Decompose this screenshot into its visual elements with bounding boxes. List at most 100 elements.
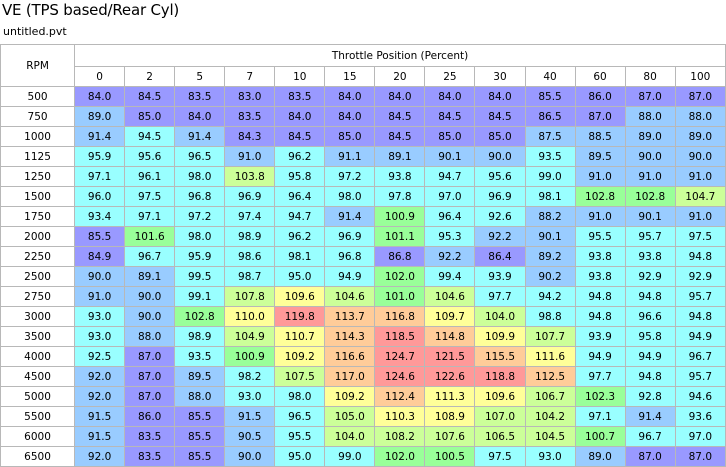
ve-cell[interactable]: 83.5	[124, 426, 176, 447]
ve-cell[interactable]: 95.5	[274, 426, 326, 447]
ve-cell[interactable]: 95.0	[274, 446, 326, 467]
ve-cell[interactable]: 109.6	[474, 386, 526, 407]
ve-cell[interactable]: 94.6	[674, 386, 726, 407]
ve-cell[interactable]: 90.5	[224, 426, 276, 447]
ve-cell[interactable]: 105.0	[324, 406, 376, 427]
ve-cell[interactable]: 97.8	[374, 186, 426, 207]
ve-cell[interactable]: 84.5	[424, 106, 476, 127]
ve-cell[interactable]: 83.5	[174, 86, 226, 107]
ve-cell[interactable]: 104.0	[474, 306, 526, 327]
ve-cell[interactable]: 101.6	[124, 226, 176, 247]
ve-cell[interactable]: 96.0	[74, 186, 126, 207]
ve-cell[interactable]: 91.4	[174, 126, 226, 147]
ve-cell[interactable]: 95.7	[674, 366, 726, 387]
ve-cell[interactable]: 95.6	[474, 166, 526, 187]
ve-cell[interactable]: 98.8	[524, 306, 576, 327]
ve-cell[interactable]: 96.9	[474, 186, 526, 207]
ve-cell[interactable]: 89.2	[524, 246, 576, 267]
ve-cell[interactable]: 84.9	[74, 246, 126, 267]
ve-cell[interactable]: 90.2	[524, 266, 576, 287]
ve-cell[interactable]: 102.0	[374, 266, 426, 287]
ve-cell[interactable]: 91.1	[324, 146, 376, 167]
ve-cell[interactable]: 91.0	[624, 166, 676, 187]
ve-cell[interactable]: 104.7	[674, 186, 726, 207]
ve-cell[interactable]: 89.5	[574, 146, 626, 167]
ve-cell[interactable]: 85.5	[74, 226, 126, 247]
ve-cell[interactable]: 91.0	[574, 206, 626, 227]
ve-cell[interactable]: 110.3	[374, 406, 426, 427]
ve-cell[interactable]: 94.9	[674, 326, 726, 347]
ve-cell[interactable]: 94.7	[424, 166, 476, 187]
ve-cell[interactable]: 93.0	[74, 326, 126, 347]
ve-cell[interactable]: 91.4	[624, 406, 676, 427]
ve-cell[interactable]: 85.5	[174, 426, 226, 447]
ve-cell[interactable]: 99.0	[524, 166, 576, 187]
ve-cell[interactable]: 93.8	[374, 166, 426, 187]
ve-cell[interactable]: 90.1	[624, 206, 676, 227]
ve-cell[interactable]: 114.3	[324, 326, 376, 347]
ve-cell[interactable]: 109.2	[324, 386, 376, 407]
ve-cell[interactable]: 85.0	[474, 126, 526, 147]
ve-cell[interactable]: 93.0	[74, 306, 126, 327]
ve-cell[interactable]: 93.8	[574, 246, 626, 267]
ve-cell[interactable]: 96.8	[174, 186, 226, 207]
ve-cell[interactable]: 85.0	[424, 126, 476, 147]
ve-cell[interactable]: 87.0	[674, 86, 726, 107]
ve-cell[interactable]: 95.8	[274, 166, 326, 187]
ve-cell[interactable]: 91.0	[574, 166, 626, 187]
ve-cell[interactable]: 94.9	[324, 266, 376, 287]
ve-cell[interactable]: 88.0	[124, 326, 176, 347]
ve-cell[interactable]: 94.8	[674, 246, 726, 267]
ve-cell[interactable]: 91.5	[224, 406, 276, 427]
ve-cell[interactable]: 107.7	[524, 326, 576, 347]
ve-cell[interactable]: 96.5	[174, 146, 226, 167]
ve-cell[interactable]: 96.6	[624, 306, 676, 327]
ve-cell[interactable]: 93.9	[474, 266, 526, 287]
ve-cell[interactable]: 99.1	[174, 286, 226, 307]
ve-cell[interactable]: 112.5	[524, 366, 576, 387]
ve-cell[interactable]: 92.2	[424, 246, 476, 267]
ve-cell[interactable]: 93.0	[524, 446, 576, 467]
ve-cell[interactable]: 102.8	[574, 186, 626, 207]
ve-cell[interactable]: 102.0	[374, 446, 426, 467]
ve-cell[interactable]: 89.0	[574, 446, 626, 467]
ve-cell[interactable]: 86.5	[524, 106, 576, 127]
ve-cell[interactable]: 116.8	[374, 306, 426, 327]
ve-cell[interactable]: 114.8	[424, 326, 476, 347]
ve-cell[interactable]: 97.0	[424, 186, 476, 207]
ve-cell[interactable]: 89.0	[624, 126, 676, 147]
ve-cell[interactable]: 93.8	[624, 246, 676, 267]
ve-cell[interactable]: 88.0	[624, 106, 676, 127]
ve-cell[interactable]: 98.9	[174, 326, 226, 347]
ve-cell[interactable]: 103.8	[224, 166, 276, 187]
ve-cell[interactable]: 89.0	[674, 126, 726, 147]
ve-cell[interactable]: 98.9	[224, 226, 276, 247]
ve-cell[interactable]: 107.0	[474, 406, 526, 427]
ve-cell[interactable]: 95.9	[174, 246, 226, 267]
ve-cell[interactable]: 96.7	[124, 246, 176, 267]
ve-cell[interactable]: 90.1	[524, 226, 576, 247]
ve-cell[interactable]: 100.9	[374, 206, 426, 227]
ve-cell[interactable]: 84.0	[324, 106, 376, 127]
ve-cell[interactable]: 93.8	[574, 266, 626, 287]
ve-cell[interactable]: 87.0	[574, 106, 626, 127]
ve-cell[interactable]: 96.2	[274, 146, 326, 167]
ve-cell[interactable]: 107.6	[424, 426, 476, 447]
ve-cell[interactable]: 86.0	[124, 406, 176, 427]
ve-cell[interactable]: 91.5	[74, 406, 126, 427]
ve-cell[interactable]: 102.8	[624, 186, 676, 207]
ve-cell[interactable]: 124.6	[374, 366, 426, 387]
ve-cell[interactable]: 96.4	[274, 186, 326, 207]
ve-cell[interactable]: 90.1	[424, 146, 476, 167]
ve-cell[interactable]: 90.0	[224, 446, 276, 467]
ve-cell[interactable]: 93.9	[574, 326, 626, 347]
ve-cell[interactable]: 91.5	[74, 426, 126, 447]
ve-cell[interactable]: 89.1	[124, 266, 176, 287]
ve-cell[interactable]: 92.0	[74, 386, 126, 407]
ve-cell[interactable]: 97.7	[474, 286, 526, 307]
ve-cell[interactable]: 109.7	[424, 306, 476, 327]
ve-cell[interactable]: 112.4	[374, 386, 426, 407]
ve-cell[interactable]: 94.5	[124, 126, 176, 147]
ve-cell[interactable]: 85.5	[174, 406, 226, 427]
ve-cell[interactable]: 96.2	[274, 226, 326, 247]
